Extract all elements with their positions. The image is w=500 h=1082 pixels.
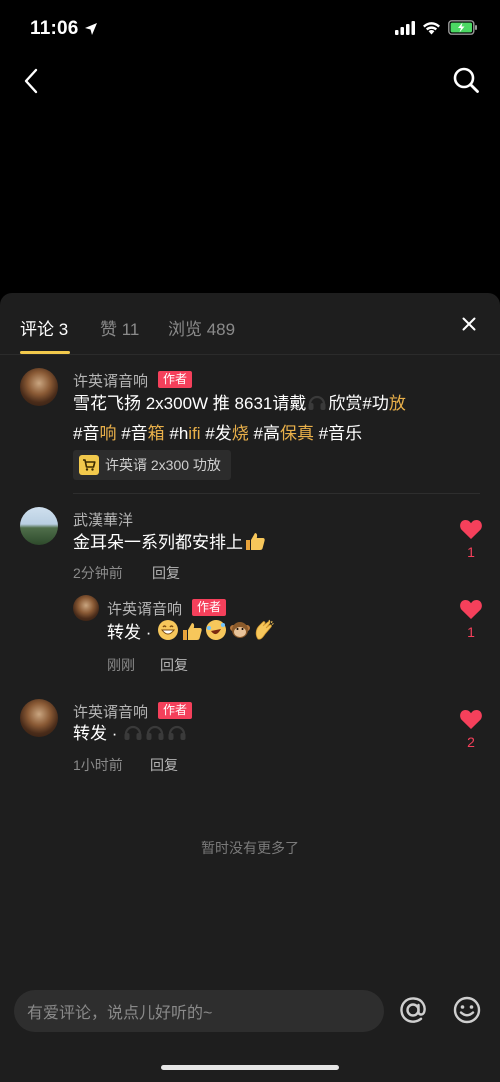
thumbs-up-emoji-icon <box>246 533 265 550</box>
comment-input-placeholder: 有爱评论，说点儿好听的~ <box>27 1005 213 1022</box>
heart-icon <box>460 520 482 539</box>
comment-username[interactable]: 武漢華洋 <box>73 509 133 530</box>
no-more-text: 暂时没有更多了 <box>201 840 299 856</box>
product-link[interactable]: 许英谞 2x300 功放 <box>73 450 231 480</box>
hashtag[interactable]: #音 <box>73 424 99 443</box>
status-icons <box>395 20 478 35</box>
like-button[interactable]: 1 <box>459 518 483 560</box>
hashtag[interactable]: #音 <box>116 424 147 443</box>
comment-text: 雪花飞扬 2x300W 推 8631请戴 欣赏#功放 <box>73 389 406 419</box>
reply-text-part: 转发 · <box>107 623 157 642</box>
comment-text-part: 转发 · <box>73 724 123 743</box>
cart-icon <box>79 455 99 475</box>
avatar[interactable] <box>20 507 58 545</box>
product-label: 许英谞 2x300 功放 <box>105 457 221 473</box>
comment-text-part: 欣赏#功 <box>328 394 389 413</box>
hashtag-highlight: 响 <box>99 424 117 443</box>
avatar[interactable] <box>20 368 58 406</box>
headphones-emoji-icon <box>308 395 326 410</box>
avatar[interactable] <box>20 699 58 737</box>
status-time: 11:06 <box>30 18 79 39</box>
hashtag-highlight: 箱 <box>147 424 165 443</box>
tab-likes[interactable]: 赞 11 <box>100 315 139 340</box>
reply-text: 转发 · <box>107 618 276 648</box>
grinning-emoji-icon <box>158 620 179 640</box>
hashtag-highlight: 烧 <box>231 424 249 443</box>
top-bar <box>0 60 500 104</box>
like-button[interactable]: 2 <box>459 708 483 750</box>
author-badge: 作者 <box>158 702 193 719</box>
comment-text: 转发 · <box>73 719 188 749</box>
headphones-emoji-icon <box>146 725 164 740</box>
home-indicator <box>161 1065 339 1070</box>
author-badge: 作者 <box>158 371 193 388</box>
reply-username[interactable]: 许英谞音响 <box>107 598 182 619</box>
search-icon <box>453 67 479 93</box>
comment-text-part: 雪花飞扬 2x300W 推 8631请戴 <box>73 394 307 413</box>
comment-sheet: 评论 3 赞 11 浏览 489 许英谞音响 作者 雪花飞扬 2x300W 推 … <box>0 293 500 1082</box>
hashtag-highlight: ifi <box>188 424 201 443</box>
active-tab-indicator <box>20 351 70 354</box>
location-arrow-icon <box>85 23 97 35</box>
tab-views[interactable]: 浏览 489 <box>168 315 235 340</box>
emoji-button[interactable] <box>450 993 484 1027</box>
search-button[interactable] <box>450 64 482 96</box>
headphones-emoji-icon <box>168 725 186 740</box>
mention-button[interactable] <box>396 993 430 1027</box>
comment-text-part: 金耳朵一系列都安排上 <box>73 533 243 552</box>
hashtag-highlight: 保真 <box>279 424 314 443</box>
clapping-emoji-icon <box>255 619 274 640</box>
thumbs-up-emoji-icon <box>183 623 202 640</box>
at-icon <box>400 997 426 1023</box>
hashtag[interactable]: #音乐 <box>314 424 362 443</box>
chevron-left-icon <box>24 68 38 94</box>
close-button[interactable] <box>458 313 480 335</box>
monkey-emoji-icon <box>230 622 251 638</box>
status-bar: 11:06 <box>0 0 500 60</box>
comment-username[interactable]: 许英谞音响 <box>73 370 148 391</box>
tab-bar: 评论 3 赞 11 浏览 489 <box>0 293 500 355</box>
heart-icon <box>460 710 482 729</box>
reply-button[interactable]: 回复 <box>150 755 178 775</box>
smiley-icon <box>453 996 481 1024</box>
battery-charging-icon <box>448 20 477 35</box>
reply-button[interactable]: 回复 <box>152 563 180 583</box>
author-badge: 作者 <box>192 599 227 616</box>
headphones-emoji-icon <box>124 725 142 740</box>
reply-time: 刚刚 <box>107 657 135 673</box>
hashtag-highlight: 放 <box>388 394 406 413</box>
comment-time: 2分钟前 <box>73 565 123 581</box>
hashtag[interactable]: #h <box>165 424 188 443</box>
signal-icon <box>395 20 415 35</box>
tab-comments[interactable]: 评论 3 <box>20 315 68 340</box>
comment-time: 1小时前 <box>73 757 123 773</box>
hashtag[interactable]: #高 <box>249 424 279 443</box>
wifi-icon <box>423 21 440 34</box>
avatar[interactable] <box>73 595 99 621</box>
comment-text: 金耳朵一系列都安排上 <box>73 528 267 558</box>
reply-button[interactable]: 回复 <box>160 655 188 675</box>
like-count: 1 <box>467 544 475 560</box>
hashtag[interactable]: #发 <box>201 424 231 443</box>
like-button[interactable]: 1 <box>459 598 483 640</box>
divider <box>73 493 480 494</box>
laughing-emoji-icon <box>206 620 227 640</box>
comment-input[interactable]: 有爱评论，说点儿好听的~ <box>14 990 384 1032</box>
back-button[interactable] <box>16 66 46 96</box>
heart-icon <box>460 600 482 619</box>
comment-text-line2: #音响 #音箱 #hifi #发烧 #高保真 #音乐 <box>73 419 362 449</box>
like-count: 1 <box>467 624 475 640</box>
close-icon <box>462 317 476 331</box>
like-count: 2 <box>467 734 475 750</box>
